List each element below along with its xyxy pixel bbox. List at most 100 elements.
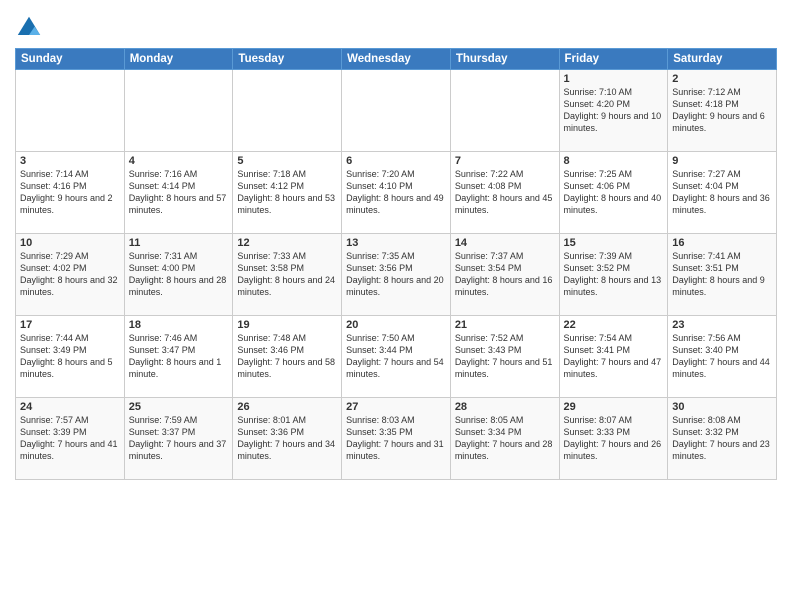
day-number: 25 bbox=[129, 401, 229, 413]
week-row-3: 10Sunrise: 7:29 AM Sunset: 4:02 PM Dayli… bbox=[16, 234, 777, 316]
week-row-1: 1Sunrise: 7:10 AM Sunset: 4:20 PM Daylig… bbox=[16, 70, 777, 152]
day-info: Sunrise: 7:57 AM Sunset: 3:39 PM Dayligh… bbox=[20, 414, 120, 463]
weekday-header-saturday: Saturday bbox=[668, 49, 777, 70]
day-number: 21 bbox=[455, 319, 555, 331]
day-number: 29 bbox=[564, 401, 664, 413]
day-cell: 21Sunrise: 7:52 AM Sunset: 3:43 PM Dayli… bbox=[450, 316, 559, 398]
day-cell: 24Sunrise: 7:57 AM Sunset: 3:39 PM Dayli… bbox=[16, 398, 125, 480]
day-cell: 25Sunrise: 7:59 AM Sunset: 3:37 PM Dayli… bbox=[124, 398, 233, 480]
day-cell: 4Sunrise: 7:16 AM Sunset: 4:14 PM Daylig… bbox=[124, 152, 233, 234]
logo bbox=[15, 14, 45, 42]
day-info: Sunrise: 8:01 AM Sunset: 3:36 PM Dayligh… bbox=[237, 414, 337, 463]
day-number: 22 bbox=[564, 319, 664, 331]
weekday-header-friday: Friday bbox=[559, 49, 668, 70]
day-cell: 27Sunrise: 8:03 AM Sunset: 3:35 PM Dayli… bbox=[342, 398, 451, 480]
day-cell bbox=[16, 70, 125, 152]
weekday-header-row: SundayMondayTuesdayWednesdayThursdayFrid… bbox=[16, 49, 777, 70]
day-cell: 9Sunrise: 7:27 AM Sunset: 4:04 PM Daylig… bbox=[668, 152, 777, 234]
day-number: 30 bbox=[672, 401, 772, 413]
day-cell: 11Sunrise: 7:31 AM Sunset: 4:00 PM Dayli… bbox=[124, 234, 233, 316]
day-cell bbox=[233, 70, 342, 152]
day-info: Sunrise: 7:33 AM Sunset: 3:58 PM Dayligh… bbox=[237, 250, 337, 299]
day-cell: 7Sunrise: 7:22 AM Sunset: 4:08 PM Daylig… bbox=[450, 152, 559, 234]
day-cell: 12Sunrise: 7:33 AM Sunset: 3:58 PM Dayli… bbox=[233, 234, 342, 316]
day-number: 3 bbox=[20, 155, 120, 167]
calendar: SundayMondayTuesdayWednesdayThursdayFrid… bbox=[15, 48, 777, 480]
day-cell: 13Sunrise: 7:35 AM Sunset: 3:56 PM Dayli… bbox=[342, 234, 451, 316]
day-number: 5 bbox=[237, 155, 337, 167]
day-number: 13 bbox=[346, 237, 446, 249]
day-cell: 2Sunrise: 7:12 AM Sunset: 4:18 PM Daylig… bbox=[668, 70, 777, 152]
day-number: 16 bbox=[672, 237, 772, 249]
day-number: 20 bbox=[346, 319, 446, 331]
day-cell: 20Sunrise: 7:50 AM Sunset: 3:44 PM Dayli… bbox=[342, 316, 451, 398]
day-cell: 10Sunrise: 7:29 AM Sunset: 4:02 PM Dayli… bbox=[16, 234, 125, 316]
day-number: 24 bbox=[20, 401, 120, 413]
day-info: Sunrise: 8:05 AM Sunset: 3:34 PM Dayligh… bbox=[455, 414, 555, 463]
day-info: Sunrise: 7:41 AM Sunset: 3:51 PM Dayligh… bbox=[672, 250, 772, 299]
day-info: Sunrise: 8:03 AM Sunset: 3:35 PM Dayligh… bbox=[346, 414, 446, 463]
day-info: Sunrise: 7:10 AM Sunset: 4:20 PM Dayligh… bbox=[564, 86, 664, 135]
weekday-header-wednesday: Wednesday bbox=[342, 49, 451, 70]
day-info: Sunrise: 8:07 AM Sunset: 3:33 PM Dayligh… bbox=[564, 414, 664, 463]
day-info: Sunrise: 7:16 AM Sunset: 4:14 PM Dayligh… bbox=[129, 168, 229, 217]
weekday-header-monday: Monday bbox=[124, 49, 233, 70]
day-number: 15 bbox=[564, 237, 664, 249]
day-number: 10 bbox=[20, 237, 120, 249]
day-cell bbox=[342, 70, 451, 152]
day-number: 18 bbox=[129, 319, 229, 331]
logo-icon bbox=[15, 14, 43, 42]
day-number: 17 bbox=[20, 319, 120, 331]
day-cell: 5Sunrise: 7:18 AM Sunset: 4:12 PM Daylig… bbox=[233, 152, 342, 234]
week-row-5: 24Sunrise: 7:57 AM Sunset: 3:39 PM Dayli… bbox=[16, 398, 777, 480]
day-cell: 30Sunrise: 8:08 AM Sunset: 3:32 PM Dayli… bbox=[668, 398, 777, 480]
day-cell: 8Sunrise: 7:25 AM Sunset: 4:06 PM Daylig… bbox=[559, 152, 668, 234]
day-info: Sunrise: 7:29 AM Sunset: 4:02 PM Dayligh… bbox=[20, 250, 120, 299]
week-row-2: 3Sunrise: 7:14 AM Sunset: 4:16 PM Daylig… bbox=[16, 152, 777, 234]
day-info: Sunrise: 7:52 AM Sunset: 3:43 PM Dayligh… bbox=[455, 332, 555, 381]
day-number: 19 bbox=[237, 319, 337, 331]
day-number: 14 bbox=[455, 237, 555, 249]
day-info: Sunrise: 7:31 AM Sunset: 4:00 PM Dayligh… bbox=[129, 250, 229, 299]
week-row-4: 17Sunrise: 7:44 AM Sunset: 3:49 PM Dayli… bbox=[16, 316, 777, 398]
day-info: Sunrise: 7:25 AM Sunset: 4:06 PM Dayligh… bbox=[564, 168, 664, 217]
day-cell: 26Sunrise: 8:01 AM Sunset: 3:36 PM Dayli… bbox=[233, 398, 342, 480]
day-number: 9 bbox=[672, 155, 772, 167]
day-cell: 23Sunrise: 7:56 AM Sunset: 3:40 PM Dayli… bbox=[668, 316, 777, 398]
day-info: Sunrise: 7:48 AM Sunset: 3:46 PM Dayligh… bbox=[237, 332, 337, 381]
day-info: Sunrise: 7:20 AM Sunset: 4:10 PM Dayligh… bbox=[346, 168, 446, 217]
day-cell bbox=[450, 70, 559, 152]
day-cell: 6Sunrise: 7:20 AM Sunset: 4:10 PM Daylig… bbox=[342, 152, 451, 234]
day-number: 23 bbox=[672, 319, 772, 331]
day-info: Sunrise: 7:39 AM Sunset: 3:52 PM Dayligh… bbox=[564, 250, 664, 299]
day-number: 27 bbox=[346, 401, 446, 413]
day-info: Sunrise: 7:14 AM Sunset: 4:16 PM Dayligh… bbox=[20, 168, 120, 217]
day-cell: 16Sunrise: 7:41 AM Sunset: 3:51 PM Dayli… bbox=[668, 234, 777, 316]
day-info: Sunrise: 7:56 AM Sunset: 3:40 PM Dayligh… bbox=[672, 332, 772, 381]
day-number: 6 bbox=[346, 155, 446, 167]
day-cell: 3Sunrise: 7:14 AM Sunset: 4:16 PM Daylig… bbox=[16, 152, 125, 234]
day-info: Sunrise: 7:27 AM Sunset: 4:04 PM Dayligh… bbox=[672, 168, 772, 217]
day-info: Sunrise: 7:18 AM Sunset: 4:12 PM Dayligh… bbox=[237, 168, 337, 217]
day-info: Sunrise: 7:50 AM Sunset: 3:44 PM Dayligh… bbox=[346, 332, 446, 381]
day-cell: 22Sunrise: 7:54 AM Sunset: 3:41 PM Dayli… bbox=[559, 316, 668, 398]
day-number: 2 bbox=[672, 73, 772, 85]
day-cell: 17Sunrise: 7:44 AM Sunset: 3:49 PM Dayli… bbox=[16, 316, 125, 398]
weekday-header-sunday: Sunday bbox=[16, 49, 125, 70]
weekday-header-thursday: Thursday bbox=[450, 49, 559, 70]
day-info: Sunrise: 8:08 AM Sunset: 3:32 PM Dayligh… bbox=[672, 414, 772, 463]
day-cell: 19Sunrise: 7:48 AM Sunset: 3:46 PM Dayli… bbox=[233, 316, 342, 398]
day-number: 7 bbox=[455, 155, 555, 167]
day-number: 4 bbox=[129, 155, 229, 167]
day-number: 1 bbox=[564, 73, 664, 85]
day-cell: 29Sunrise: 8:07 AM Sunset: 3:33 PM Dayli… bbox=[559, 398, 668, 480]
day-info: Sunrise: 7:35 AM Sunset: 3:56 PM Dayligh… bbox=[346, 250, 446, 299]
header bbox=[15, 10, 777, 42]
day-number: 28 bbox=[455, 401, 555, 413]
day-info: Sunrise: 7:54 AM Sunset: 3:41 PM Dayligh… bbox=[564, 332, 664, 381]
day-info: Sunrise: 7:46 AM Sunset: 3:47 PM Dayligh… bbox=[129, 332, 229, 381]
day-cell: 15Sunrise: 7:39 AM Sunset: 3:52 PM Dayli… bbox=[559, 234, 668, 316]
day-cell bbox=[124, 70, 233, 152]
day-info: Sunrise: 7:22 AM Sunset: 4:08 PM Dayligh… bbox=[455, 168, 555, 217]
day-number: 11 bbox=[129, 237, 229, 249]
